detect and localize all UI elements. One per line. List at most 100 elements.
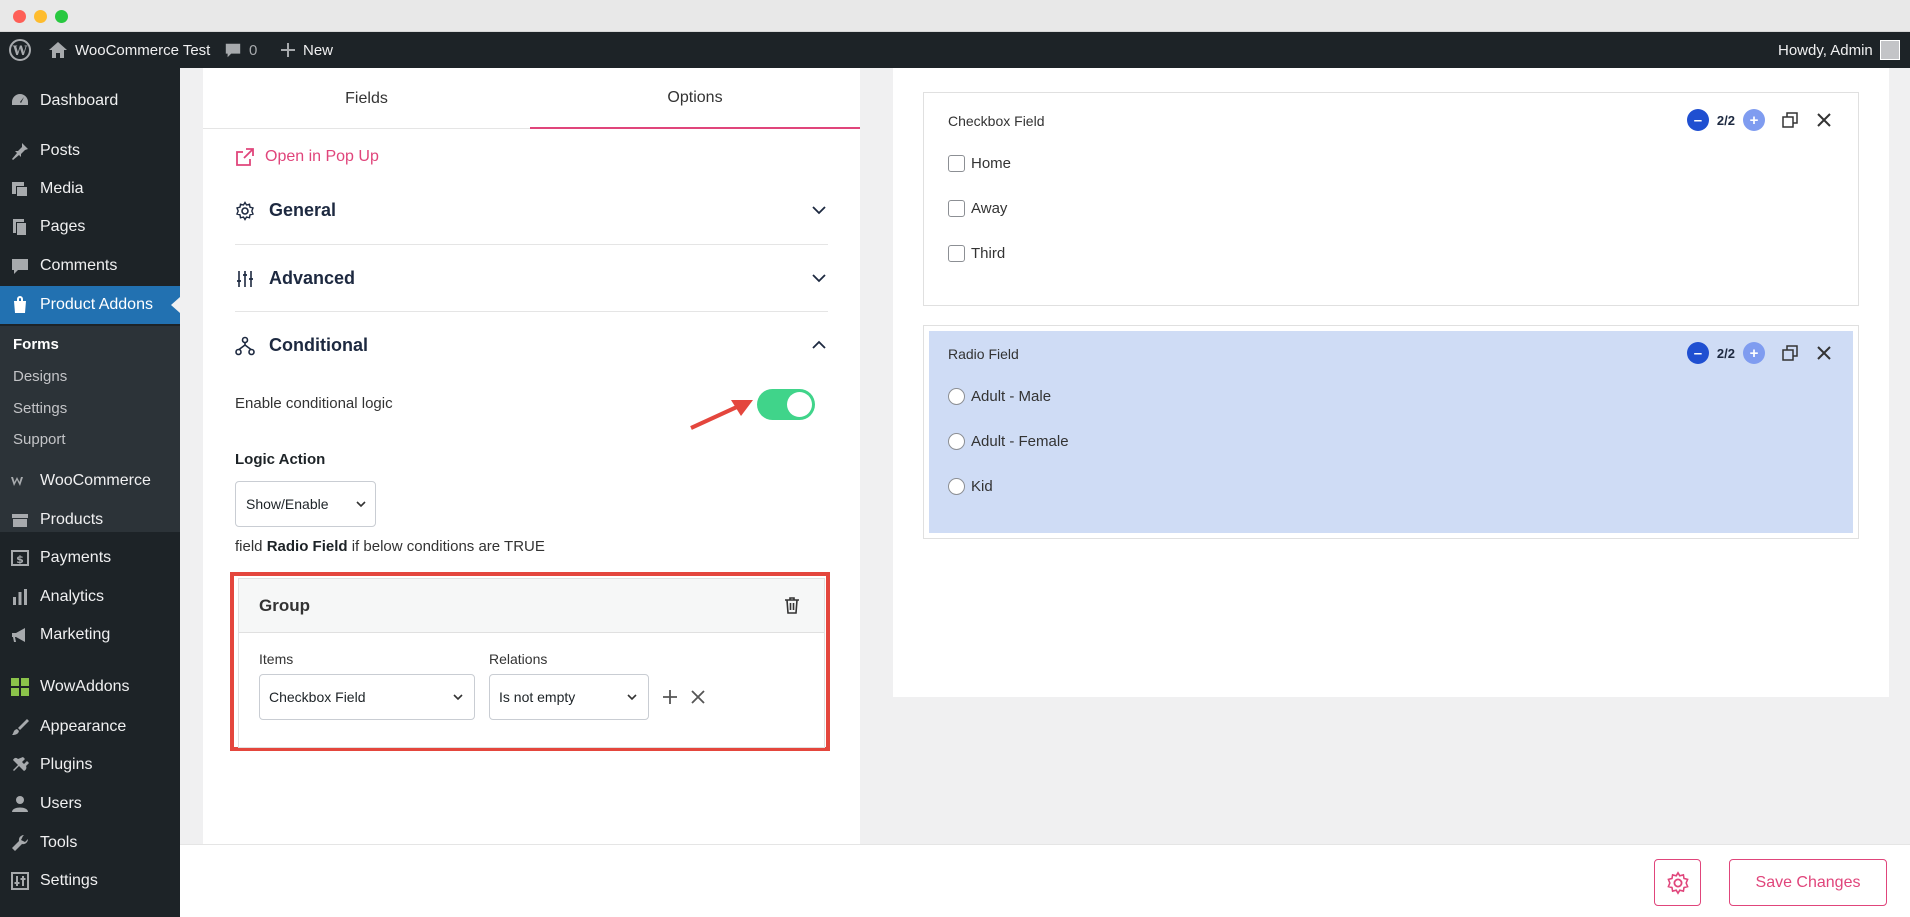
- radio-option[interactable]: Adult - Male: [948, 388, 1051, 405]
- sidebar-item-plugins[interactable]: Plugins: [0, 746, 180, 784]
- comments-link[interactable]: 0: [224, 32, 257, 68]
- submenu-item-designs[interactable]: Designs: [13, 368, 67, 385]
- open-in-popup-link[interactable]: Open in Pop Up: [235, 147, 379, 167]
- site-name-link[interactable]: WooCommerce Test: [48, 32, 210, 68]
- submenu-item-support[interactable]: Support: [13, 431, 66, 448]
- trash-icon[interactable]: [782, 595, 802, 615]
- radio-button[interactable]: [948, 388, 965, 405]
- radio-button[interactable]: [948, 478, 965, 495]
- radio-option[interactable]: Adult - Female: [948, 433, 1069, 450]
- form-preview: Checkbox Field – 2/2 + Home Away Third R…: [893, 68, 1889, 697]
- dashboard-icon: [10, 91, 30, 111]
- logic-action-select[interactable]: Show/Enable: [235, 481, 376, 527]
- relations-label: Relations: [489, 651, 548, 667]
- increase-width-button[interactable]: +: [1743, 109, 1765, 131]
- radio-button[interactable]: [948, 433, 965, 450]
- options-panel: Fields Options Open in Pop Up General Ad…: [203, 68, 860, 848]
- sidebar-item-label: Payments: [40, 549, 112, 566]
- remove-condition-icon[interactable]: [689, 688, 707, 706]
- sidebar-item-woocommerce[interactable]: WooCommerce: [0, 462, 180, 500]
- save-changes-button[interactable]: Save Changes: [1729, 859, 1887, 906]
- duplicate-icon[interactable]: [1781, 111, 1799, 129]
- close-window-button[interactable]: [13, 10, 26, 23]
- section-general[interactable]: General: [235, 177, 828, 244]
- sidebar-item-label: Comments: [40, 257, 118, 274]
- my-account-link[interactable]: Howdy, Admin: [1778, 32, 1900, 68]
- enable-conditional-logic-toggle[interactable]: [757, 389, 815, 420]
- checkbox[interactable]: [948, 200, 965, 217]
- add-condition-icon[interactable]: [661, 688, 679, 706]
- sidebar-item-label: Plugins: [40, 756, 93, 773]
- brush-icon: [10, 717, 30, 737]
- sidebar-item-media[interactable]: Media: [0, 170, 180, 208]
- sidebar-item-posts[interactable]: Posts: [0, 132, 180, 170]
- sidebar-item-appearance[interactable]: Appearance: [0, 708, 180, 746]
- section-advanced[interactable]: Advanced: [235, 245, 828, 312]
- comments-count: 0: [249, 41, 258, 59]
- tab-fields[interactable]: Fields: [203, 68, 530, 129]
- bottom-action-bar: Save Changes: [180, 844, 1910, 917]
- submenu-item-forms[interactable]: Forms: [13, 336, 59, 353]
- group-title: Group: [259, 596, 310, 615]
- wordpress-icon: W: [9, 39, 31, 61]
- sidebar-item-dashboard[interactable]: Dashboard: [0, 82, 180, 120]
- increase-width-button[interactable]: +: [1743, 342, 1765, 364]
- condition-group: Group Items Relations Checkbox Field Is …: [238, 578, 825, 748]
- sidebar-item-label: WooCommerce: [40, 472, 151, 489]
- field-suffix: if below conditions are TRUE: [351, 538, 545, 555]
- form-settings-button[interactable]: [1654, 859, 1701, 906]
- decrease-width-button[interactable]: –: [1686, 342, 1709, 364]
- sidebar-item-analytics[interactable]: Analytics: [0, 578, 180, 616]
- sidebar-item-label: Dashboard: [40, 92, 119, 109]
- items-select-value: Checkbox Field: [269, 689, 366, 705]
- sidebar-item-marketing[interactable]: Marketing: [0, 616, 180, 654]
- condition-group-header: Group: [239, 579, 824, 633]
- duplicate-icon[interactable]: [1781, 344, 1799, 362]
- sidebar-item-payments[interactable]: $ Payments: [0, 539, 180, 577]
- items-label: Items: [259, 651, 294, 667]
- wrench-icon: [10, 833, 30, 853]
- sliders-icon: [237, 270, 253, 287]
- sidebar-item-product-addons[interactable]: Product Addons: [0, 286, 180, 324]
- plus-icon: [281, 43, 295, 57]
- wordpress-logo[interactable]: W: [8, 32, 32, 68]
- option-label: Adult - Female: [971, 433, 1069, 450]
- chevron-down-icon: [356, 501, 366, 508]
- svg-text:$: $: [16, 553, 24, 566]
- checkbox-option[interactable]: Third: [948, 245, 1005, 262]
- card-controls: – 2/2 +: [1686, 342, 1833, 364]
- sidebar-item-tools[interactable]: Tools: [0, 824, 180, 862]
- decrease-width-button[interactable]: –: [1686, 109, 1709, 131]
- sidebar-item-pages[interactable]: Pages: [0, 208, 180, 246]
- svg-text:W: W: [12, 44, 28, 59]
- checkbox-option[interactable]: Away: [948, 200, 1007, 217]
- checkbox[interactable]: [948, 155, 965, 172]
- checkbox-field-card[interactable]: Checkbox Field – 2/2 + Home Away Third: [923, 92, 1859, 306]
- section-general-title: General: [269, 200, 337, 220]
- relations-select-value: Is not empty: [499, 689, 576, 705]
- new-content-link[interactable]: New: [280, 32, 333, 68]
- sidebar-item-products[interactable]: Products: [0, 501, 180, 539]
- tab-options[interactable]: Options: [530, 68, 860, 129]
- toggle-knob: [787, 392, 812, 417]
- admin-bar: W WooCommerce Test 0 New Howdy, Admin: [0, 32, 1910, 68]
- minimize-window-button[interactable]: [34, 10, 47, 23]
- radio-field-card[interactable]: Radio Field – 2/2 + Adult - Male Adult -…: [923, 325, 1859, 539]
- checkbox[interactable]: [948, 245, 965, 262]
- relations-select[interactable]: Is not empty: [489, 674, 649, 720]
- sidebar-item-users[interactable]: Users: [0, 785, 180, 823]
- sidebar-item-wowaddons[interactable]: WowAddons: [0, 668, 180, 706]
- section-conditional[interactable]: Conditional: [235, 312, 828, 379]
- maximize-window-button[interactable]: [55, 10, 68, 23]
- close-icon[interactable]: [1815, 111, 1833, 129]
- media-icon: [10, 179, 30, 199]
- submenu-item-settings[interactable]: Settings: [13, 400, 67, 417]
- sidebar-item-comments[interactable]: Comments: [0, 247, 180, 285]
- close-icon[interactable]: [1815, 344, 1833, 362]
- sidebar-item-settings[interactable]: Settings: [0, 862, 180, 900]
- items-select[interactable]: Checkbox Field: [259, 674, 475, 720]
- radio-option[interactable]: Kid: [948, 478, 993, 495]
- woocommerce-icon: [10, 471, 30, 491]
- card-controls: – 2/2 +: [1686, 109, 1833, 131]
- checkbox-option[interactable]: Home: [948, 155, 1011, 172]
